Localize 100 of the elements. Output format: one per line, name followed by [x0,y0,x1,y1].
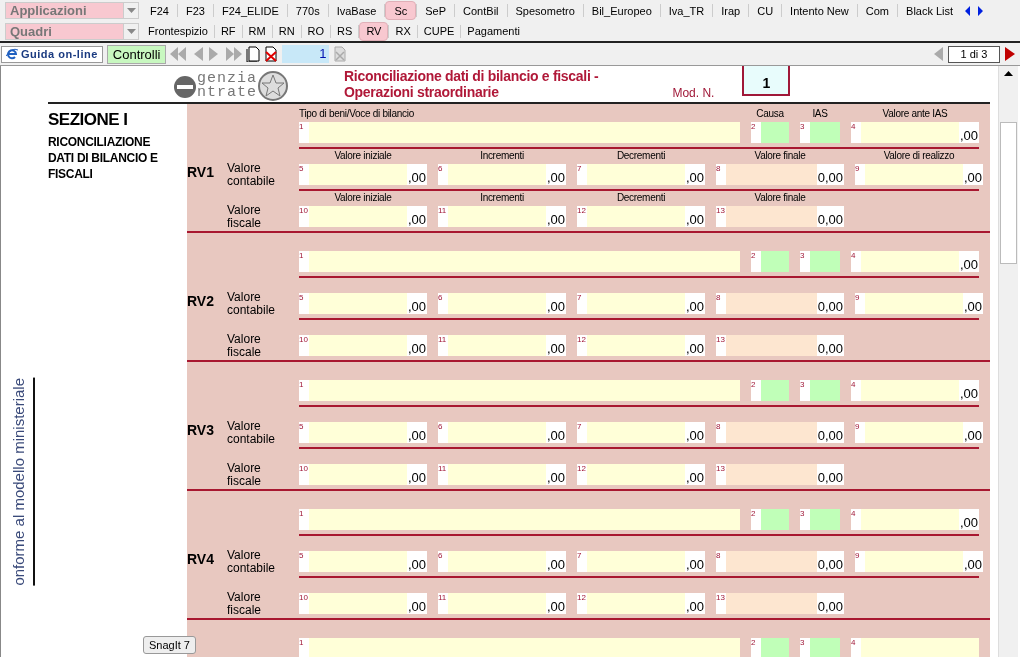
app-tab[interactable]: Spesometro [507,1,583,20]
checks-button[interactable]: Controlli [106,44,167,64]
input-field[interactable]: 9 ,00 [855,164,983,185]
input-field[interactable]: 9 ,00 [855,422,983,443]
input-field[interactable]: 1 [299,251,740,272]
app-tab[interactable]: Bil_Europeo [583,1,660,20]
input-field[interactable]: 4 ,00 [851,251,979,272]
input-field[interactable]: 5 ,00 [299,293,427,314]
input-field[interactable]: 3 [800,122,840,143]
input-field[interactable]: 4 [851,638,979,657]
input-field[interactable]: 12 ,00 [577,593,705,614]
app-tab[interactable]: Intento New [782,1,857,20]
section-tab[interactable]: RV [359,21,389,41]
input-field[interactable]: 12 ,00 [577,206,705,227]
app-tab[interactable]: IvaBase [328,1,385,20]
input-field[interactable]: 10 ,00 [299,464,427,485]
input-field[interactable]: 6 ,00 [438,164,566,185]
input-field[interactable]: 7 ,00 [577,422,705,443]
section-tab[interactable]: RN [272,21,301,41]
input-field[interactable]: 6 ,00 [438,422,566,443]
page-number-field[interactable]: 1 [282,45,330,63]
floating-button[interactable]: SnagIt 7 [143,636,196,654]
input-field[interactable]: 5 ,00 [299,551,427,572]
section-tab[interactable]: CUPE [417,21,461,41]
input-field[interactable]: 9 ,00 [855,293,983,314]
input-field[interactable]: 7 ,00 [577,293,705,314]
input-field[interactable]: 8 0,00 [716,551,844,572]
input-field[interactable]: 10 ,00 [299,335,427,356]
input-field[interactable]: 6 ,00 [438,293,566,314]
input-field[interactable]: 11 ,00 [438,206,566,227]
section-tab[interactable]: RX [389,21,417,41]
app-tab[interactable]: F23 [177,1,213,20]
input-field[interactable]: 12 ,00 [577,335,705,356]
app-tab[interactable]: F24_ELIDE [213,1,287,20]
input-field[interactable]: 2 [751,251,789,272]
input-field[interactable]: 2 [751,380,789,401]
input-field[interactable]: 10 ,00 [299,206,427,227]
previous-page-icon[interactable] [192,47,205,61]
input-field[interactable]: 8 0,00 [716,164,844,185]
input-field[interactable]: 4 ,00 [851,122,979,143]
app-tab[interactable]: 770s [287,1,328,20]
input-field[interactable]: 12 ,00 [577,464,705,485]
input-field[interactable]: 7 ,00 [577,164,705,185]
scroll-thumb[interactable] [1000,122,1017,264]
input-field[interactable]: 8 0,00 [716,422,844,443]
scrollbar[interactable] [998,66,1018,657]
input-field[interactable]: 9 ,00 [855,551,983,572]
section-tab[interactable]: RF [214,21,242,41]
input-field[interactable]: 7 ,00 [577,551,705,572]
input-field[interactable]: 13 0,00 [716,206,844,227]
input-field[interactable]: 4 ,00 [851,509,979,530]
next-form-icon[interactable] [1004,47,1016,61]
input-field[interactable]: 2 [751,122,789,143]
model-number-field[interactable]: 1 [742,66,791,96]
input-field[interactable]: 3 [800,251,840,272]
app-tab[interactable]: SeP [417,1,455,20]
app-tab[interactable]: Iva_TR [660,1,713,20]
input-field[interactable]: 1 [299,380,740,401]
input-field[interactable]: 13 0,00 [716,593,844,614]
input-field[interactable]: 11 ,00 [438,464,566,485]
section-tab[interactable]: Frontespizio [142,21,214,41]
app-tab[interactable]: ContBil [455,1,507,20]
new-page-icon[interactable] [246,46,261,62]
input-field[interactable]: 4 ,00 [851,380,979,401]
app-tab[interactable]: Com [857,1,898,20]
section-tab[interactable]: Pagamenti [461,21,526,41]
input-field[interactable]: 5 ,00 [299,164,427,185]
app-tab[interactable]: Black List [898,1,962,20]
section-tab[interactable]: RS [331,21,359,41]
input-field[interactable]: 11 ,00 [438,593,566,614]
input-field[interactable]: 13 0,00 [716,464,844,485]
input-field[interactable]: 1 [299,122,740,143]
input-field[interactable]: 1 [299,638,740,657]
app-tab[interactable]: Irap [713,1,749,20]
app-tab[interactable]: Sc [385,1,417,20]
input-field[interactable]: 2 [751,638,789,657]
input-field[interactable]: 5 ,00 [299,422,427,443]
row-label: Valore fiscale [227,462,262,488]
online-guide-button[interactable]: Guida on-line [1,45,103,63]
previous-form-icon[interactable] [932,47,944,61]
row-label: Valore contabile [227,549,277,575]
input-field[interactable]: 3 [800,380,840,401]
page-icon[interactable] [333,46,348,62]
section-tab[interactable]: RM [242,21,272,41]
input-field[interactable]: 2 [751,509,789,530]
input-field[interactable]: 6 ,00 [438,551,566,572]
input-field[interactable]: 3 [800,638,840,657]
row-label: Valore fiscale [227,333,262,359]
first-page-icon[interactable] [170,47,189,61]
app-tab[interactable]: CU [749,1,782,20]
scroll-tabs-icon[interactable] [965,5,984,16]
input-field[interactable]: 13 0,00 [716,335,844,356]
input-field[interactable]: 8 0,00 [716,293,844,314]
input-field[interactable]: 3 [800,509,840,530]
input-field[interactable]: 1 [299,509,740,530]
section-tab[interactable]: RO [301,21,331,41]
input-field[interactable]: 11 ,00 [438,335,566,356]
input-field[interactable]: 10 ,00 [299,593,427,614]
app-tab[interactable]: F24 [142,1,177,20]
delete-page-icon[interactable] [264,46,279,62]
